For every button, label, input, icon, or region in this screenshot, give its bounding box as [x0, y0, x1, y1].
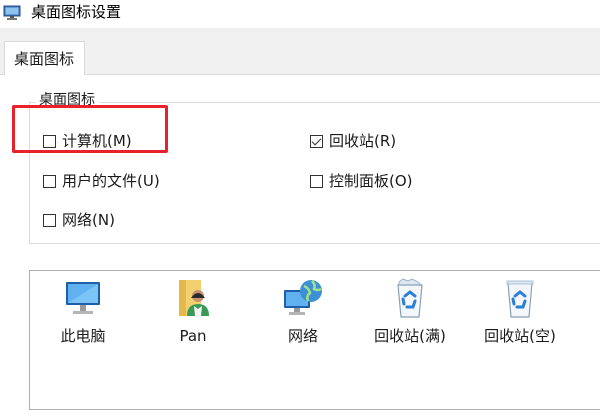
checkbox-network[interactable]: 网络(N) — [43, 210, 115, 230]
checkbox-box[interactable] — [43, 174, 56, 188]
checkbox-box[interactable] — [43, 213, 56, 227]
tab-strip — [0, 28, 600, 75]
recycle-bin-empty-icon — [506, 280, 534, 318]
checkbox-box[interactable] — [310, 134, 323, 148]
checkbox-recycle-bin[interactable]: 回收站(R) — [310, 131, 396, 151]
checkbox-box[interactable] — [310, 174, 323, 188]
window-title: 桌面图标设置 — [31, 3, 122, 21]
highlight-annotation — [12, 105, 168, 153]
desktop-settings-icon — [3, 5, 21, 20]
icon-label: Pan — [179, 327, 207, 345]
icon-item-recycle-bin-full[interactable]: 回收站(满) — [360, 276, 460, 346]
checkbox-control-panel[interactable]: 控制面板(O) — [310, 171, 413, 191]
icon-item-network[interactable]: 网络 — [253, 276, 353, 346]
checkbox-user-files[interactable]: 用户的文件(U) — [43, 171, 160, 191]
title-bar: 桌面图标设置 — [0, 0, 600, 28]
tab-desktop-icons[interactable]: 桌面图标 — [4, 41, 85, 75]
icon-label: 回收站(满) — [374, 327, 446, 345]
checkbox-label: 控制面板(O) — [329, 172, 413, 190]
icon-item-this-pc[interactable]: 此电脑 — [33, 276, 133, 346]
recycle-bin-full-icon — [397, 278, 423, 318]
icon-item-recycle-bin-empty[interactable]: 回收站(空) — [470, 276, 570, 346]
icon-label: 网络 — [287, 327, 318, 345]
network-globe-icon — [284, 280, 322, 315]
checkbox-label: 用户的文件(U) — [62, 172, 160, 190]
icon-label: 此电脑 — [60, 327, 106, 345]
checkbox-label: 回收站(R) — [329, 132, 397, 150]
icon-item-user-folder[interactable]: Pan — [143, 276, 243, 346]
monitor-icon — [66, 282, 100, 314]
icon-label: 回收站(空) — [484, 327, 556, 345]
checkbox-label: 网络(N) — [62, 211, 115, 229]
user-folder-icon — [179, 280, 209, 316]
